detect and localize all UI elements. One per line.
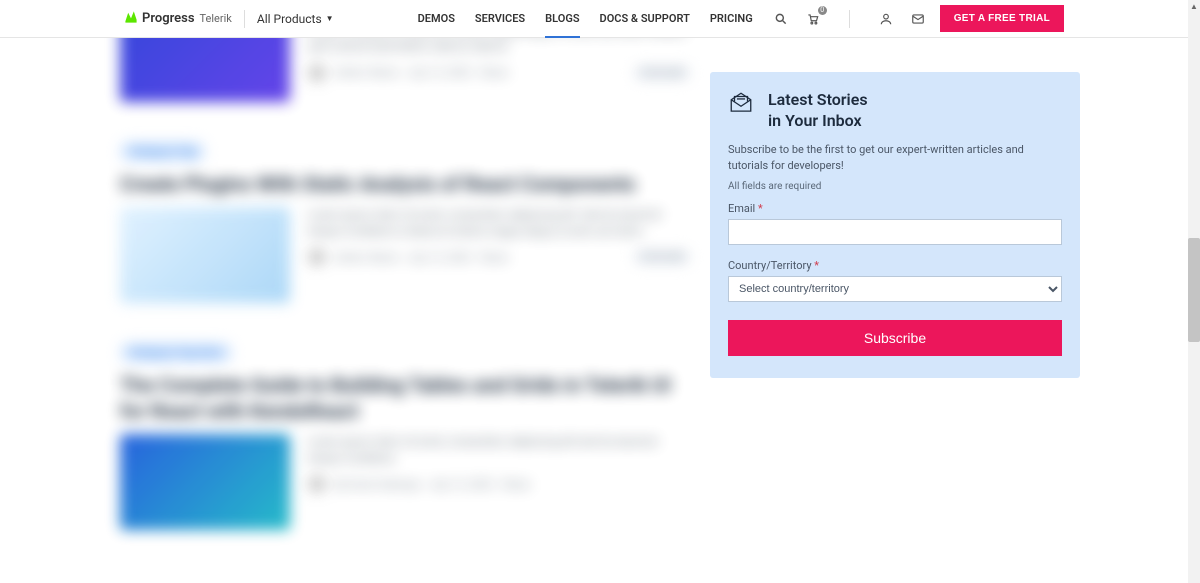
- divider: [244, 10, 245, 28]
- nav-pricing[interactable]: PRICING: [710, 0, 753, 37]
- author-name: By David Adeneye: [334, 478, 421, 491]
- cart-badge: 0: [818, 6, 827, 15]
- page-body: Lorem ipsum dolor sit amet, consectetur …: [120, 0, 1080, 530]
- newsletter-title: Latest Stories in Your Inbox: [768, 90, 868, 132]
- nav-docs-support[interactable]: DOCS & SUPPORT: [600, 0, 690, 37]
- newsletter-desc: Subscribe to be the first to get our exp…: [728, 142, 1062, 174]
- envelope-icon: [728, 90, 754, 120]
- required-note: All fields are required: [728, 181, 1062, 192]
- email-label: Email *: [728, 202, 1062, 215]
- free-trial-button[interactable]: GET A FREE TRIAL: [940, 5, 1064, 32]
- email-field[interactable]: [728, 219, 1062, 245]
- share-link[interactable]: Share: [480, 66, 508, 79]
- nav-blogs[interactable]: BLOGS: [545, 0, 579, 37]
- article-card: Category Tag Here The Complete Guide to …: [120, 343, 690, 530]
- article-card: Category Tag Create Plugins With Static …: [120, 142, 690, 303]
- article-tag[interactable]: Category Tag Here: [120, 343, 232, 362]
- article-title[interactable]: The Complete Guide to Building Tables an…: [120, 372, 690, 424]
- nav-services[interactable]: SERVICES: [475, 0, 525, 37]
- article-list: Lorem ipsum dolor sit amet, consectetur …: [120, 38, 690, 530]
- share-link[interactable]: Share: [480, 251, 508, 264]
- article-meta: Author Name July 12, 2023 Share 6 min re…: [308, 248, 690, 266]
- header-icons: 0: [773, 10, 926, 28]
- nav-links: DEMOS SERVICES BLOGS DOCS & SUPPORT PRIC…: [418, 0, 753, 37]
- logo-mark-icon: [124, 9, 138, 28]
- country-label: Country/Territory *: [728, 259, 1062, 272]
- account-icon[interactable]: [878, 11, 894, 27]
- all-products-label: All Products: [257, 12, 322, 26]
- article-excerpt: Lorem ipsum dolor sit amet, consectetur …: [308, 207, 690, 240]
- search-icon[interactable]: [773, 11, 789, 27]
- logo[interactable]: Progress Telerik: [124, 9, 232, 28]
- author-avatar-icon: [308, 248, 326, 266]
- article-date: July 12, 2023: [407, 251, 472, 264]
- article-excerpt: Lorem ipsum dolor sit amet, consectetur …: [308, 434, 690, 467]
- author-avatar-icon: [308, 475, 326, 493]
- divider: [849, 10, 850, 28]
- cart-icon[interactable]: 0: [805, 11, 821, 27]
- all-products-dropdown[interactable]: All Products ▼: [257, 12, 334, 26]
- newsletter-box: Latest Stories in Your Inbox Subscribe t…: [710, 72, 1080, 378]
- read-time: 6 min read: [634, 250, 690, 264]
- contact-icon[interactable]: [910, 11, 926, 27]
- scrollbar-thumb[interactable]: [1188, 238, 1200, 342]
- top-header: Progress Telerik All Products ▼ DEMOS SE…: [0, 0, 1188, 38]
- author-name: Author Name: [334, 251, 399, 264]
- nav-demos[interactable]: DEMOS: [418, 0, 455, 37]
- subscribe-button[interactable]: Subscribe: [728, 320, 1062, 356]
- logo-progress-text: Progress: [142, 11, 195, 26]
- country-select[interactable]: Select country/territory: [728, 276, 1062, 302]
- article-title[interactable]: Create Plugins With Static Analysis of R…: [120, 171, 690, 197]
- article-thumb[interactable]: [120, 434, 290, 530]
- article-tag[interactable]: Category Tag: [120, 142, 205, 161]
- read-time: 5 min read: [634, 66, 690, 80]
- caret-down-icon: ▼: [326, 14, 334, 23]
- author-avatar-icon: [308, 64, 326, 82]
- article-date: July 12, 2023: [407, 66, 472, 79]
- logo-telerik-text: Telerik: [200, 12, 232, 25]
- share-link[interactable]: Share: [502, 478, 530, 491]
- author-name: Author Name: [334, 66, 399, 79]
- scrollbar-track[interactable]: ▲: [1188, 0, 1200, 583]
- header-inner: Progress Telerik All Products ▼ DEMOS SE…: [114, 0, 1074, 37]
- article-thumb[interactable]: [120, 207, 290, 303]
- article-date: July 12, 2023: [429, 478, 494, 491]
- article-meta: By David Adeneye July 12, 2023 Share: [308, 475, 690, 493]
- article-meta: Author Name July 12, 2023 Share 5 min re…: [308, 64, 690, 82]
- sidebar: Latest Stories in Your Inbox Subscribe t…: [710, 38, 1080, 530]
- scroll-up-icon[interactable]: ▲: [1188, 0, 1200, 12]
